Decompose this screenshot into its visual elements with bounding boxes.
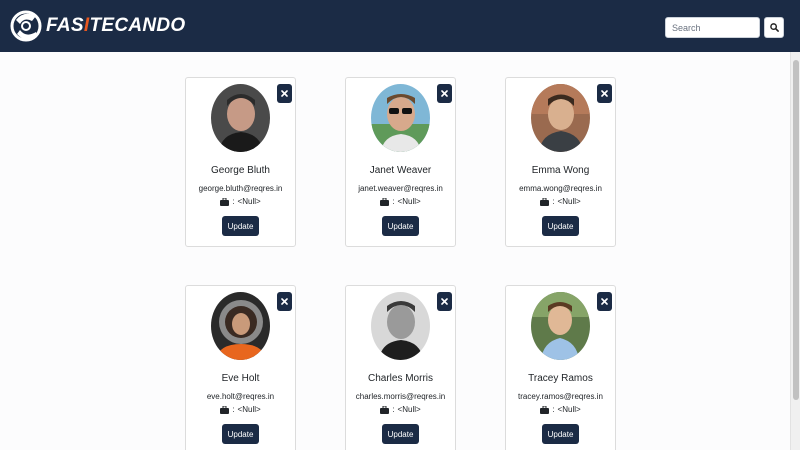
update-button[interactable]: Update <box>382 424 419 444</box>
delete-button[interactable] <box>437 84 452 103</box>
user-card: Eve Holt eve.holt@reqres.in : <Null> Upd… <box>185 285 296 450</box>
user-email: tracey.ramos@reqres.in <box>518 392 603 401</box>
briefcase-icon <box>220 405 230 414</box>
job-value: <Null> <box>397 197 421 206</box>
delete-button[interactable] <box>597 84 612 103</box>
job-separator: : <box>392 197 395 206</box>
user-job: : <Null> <box>186 405 295 414</box>
job-separator: : <box>392 405 395 414</box>
user-email: george.bluth@reqres.in <box>198 184 283 193</box>
brand-name[interactable]: FASITECANDO <box>46 15 186 37</box>
user-card: Charles Morris charles.morris@reqres.in … <box>345 285 456 450</box>
avatar <box>531 292 590 360</box>
avatar <box>371 292 430 360</box>
user-job: : <Null> <box>506 405 615 414</box>
user-card: Janet Weaver janet.weaver@reqres.in : <N… <box>345 77 456 247</box>
user-card: Emma Wong emma.wong@reqres.in : <Null> U… <box>505 77 616 247</box>
navbar: FASITECANDO <box>0 0 800 52</box>
briefcase-icon <box>380 197 390 206</box>
user-name: George Bluth <box>211 165 270 176</box>
user-name: Charles Morris <box>367 373 433 384</box>
user-name: Emma Wong <box>531 165 590 176</box>
brand-part1: FAS <box>46 15 84 36</box>
job-separator: : <box>552 197 555 206</box>
close-icon <box>281 298 288 305</box>
job-separator: : <box>232 405 235 414</box>
briefcase-icon <box>380 405 390 414</box>
user-job: : <Null> <box>346 405 455 414</box>
brand-part2: TECANDO <box>89 15 186 36</box>
user-email: eve.holt@reqres.in <box>206 392 275 401</box>
delete-button[interactable] <box>277 292 292 311</box>
close-icon <box>441 298 448 305</box>
scrollbar-thumb[interactable] <box>793 60 799 400</box>
job-value: <Null> <box>557 197 581 206</box>
delete-button[interactable] <box>597 292 612 311</box>
search-button[interactable] <box>764 17 784 38</box>
job-separator: : <box>232 197 235 206</box>
avatar <box>371 84 430 152</box>
user-email: janet.weaver@reqres.in <box>358 184 443 193</box>
user-email: charles.morris@reqres.in <box>355 392 446 401</box>
close-icon <box>601 298 608 305</box>
job-value: <Null> <box>237 405 261 414</box>
update-button[interactable]: Update <box>382 216 419 236</box>
avatar <box>211 292 270 360</box>
user-job: : <Null> <box>346 197 455 206</box>
user-name: Eve Holt <box>221 373 260 384</box>
update-button[interactable]: Update <box>222 216 259 236</box>
close-icon <box>281 90 288 97</box>
job-value: <Null> <box>557 405 581 414</box>
user-card: George Bluth george.bluth@reqres.in : <N… <box>185 77 296 247</box>
briefcase-icon <box>540 197 550 206</box>
update-button[interactable]: Update <box>222 424 259 444</box>
job-value: <Null> <box>397 405 421 414</box>
user-card: Tracey Ramos tracey.ramos@reqres.in : <N… <box>505 285 616 450</box>
avatar <box>531 84 590 152</box>
briefcase-icon <box>540 405 550 414</box>
search-icon <box>769 23 779 32</box>
close-icon <box>441 90 448 97</box>
delete-button[interactable] <box>277 84 292 103</box>
user-name: Janet Weaver <box>369 165 432 176</box>
briefcase-icon <box>220 197 230 206</box>
job-value: <Null> <box>237 197 261 206</box>
update-button[interactable]: Update <box>542 216 579 236</box>
user-job: : <Null> <box>186 197 295 206</box>
logo-icon <box>10 10 42 42</box>
user-email: emma.wong@reqres.in <box>519 184 602 193</box>
close-icon <box>601 90 608 97</box>
search-input[interactable] <box>665 17 760 38</box>
avatar <box>211 84 270 152</box>
user-name: Tracey Ramos <box>528 373 593 384</box>
update-button[interactable]: Update <box>542 424 579 444</box>
delete-button[interactable] <box>437 292 452 311</box>
job-separator: : <box>552 405 555 414</box>
scrollbar[interactable] <box>790 52 800 450</box>
user-job: : <Null> <box>506 197 615 206</box>
